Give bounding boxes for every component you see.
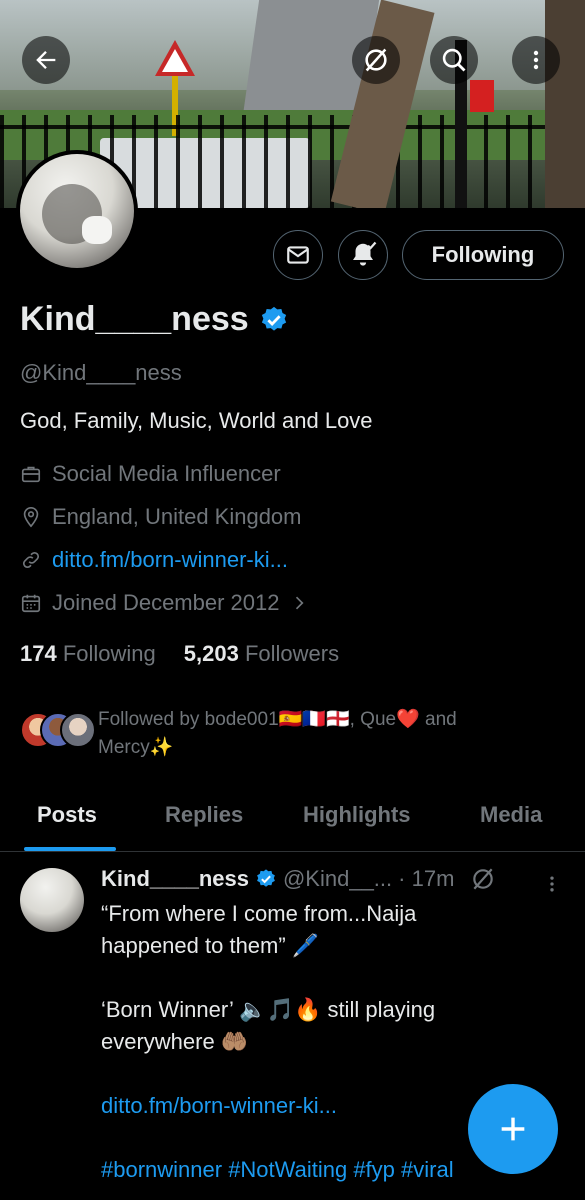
- compose-button[interactable]: [468, 1084, 558, 1174]
- arrow-left-icon: [36, 51, 56, 69]
- grok-icon: [365, 48, 387, 72]
- chevron-right-icon: [296, 596, 304, 610]
- display-name-row: Kind____ness: [20, 300, 289, 339]
- followers-count: 5,203: [183, 641, 239, 666]
- grok-icon[interactable]: [470, 866, 496, 892]
- followers-stat[interactable]: 5,203 Followers: [184, 641, 339, 667]
- post-header: Kind____ness @Kind__... · 17m: [101, 866, 496, 892]
- joined-row[interactable]: Joined December 2012: [20, 590, 309, 616]
- active-tab-indicator: [24, 847, 116, 851]
- profile-category: Social Media Influencer: [52, 461, 281, 486]
- profile-bio: God, Family, Music, World and Love: [20, 408, 373, 433]
- post-author-name[interactable]: Kind____ness: [101, 866, 249, 892]
- following-button[interactable]: Following: [402, 230, 564, 280]
- back-button[interactable]: [22, 36, 70, 84]
- display-name: Kind____ness: [20, 300, 249, 338]
- calendar-icon: [21, 594, 41, 613]
- followed-by-avatars: [20, 712, 96, 752]
- message-button[interactable]: [273, 230, 323, 280]
- followed-by-line2: Mercy✨: [98, 737, 174, 758]
- link-icon: [22, 551, 40, 569]
- plus-icon: [501, 1117, 525, 1141]
- verified-badge-icon: [257, 869, 275, 887]
- post-author-handle: @Kind__...: [282, 866, 393, 891]
- post-more-icon[interactable]: [542, 872, 562, 896]
- location-pin-icon: [23, 507, 39, 528]
- profile-joined: Joined December 2012: [52, 590, 280, 615]
- notifications-button[interactable]: [338, 230, 388, 280]
- profile-handle: @Kind____ness: [20, 360, 182, 385]
- profile-website-link[interactable]: ditto.fm/born-winner-ki...: [52, 547, 288, 573]
- location-row: England, United Kingdom: [20, 504, 302, 530]
- post-timestamp: · 17m: [398, 866, 455, 891]
- grok-button[interactable]: [352, 36, 400, 84]
- profile-tabs: Posts Replies Highlights Media: [0, 790, 585, 852]
- bell-check-icon: [353, 241, 377, 266]
- followed-by-line1: Followed by bode001🇪🇸🇫🇷🏴󠁧󠁢󠁥󠁮󠁧󠁿, Que❤️ an…: [98, 709, 457, 730]
- post-line: “From where I come from...Naija: [101, 901, 417, 926]
- post-line: ‘Born Winner’ 🔈🎵🔥 still playing: [101, 997, 436, 1022]
- search-button[interactable]: [430, 36, 478, 84]
- tab-highlights[interactable]: Highlights: [303, 802, 411, 828]
- following-count: 174: [20, 641, 57, 666]
- category-row: Social Media Influencer: [20, 461, 281, 487]
- post-line: happened to them” 🖊️: [101, 933, 320, 958]
- tab-replies[interactable]: Replies: [165, 802, 243, 828]
- website-row: ditto.fm/born-winner-ki...: [20, 547, 288, 573]
- follow-stats: 174 Following 5,203 Followers: [20, 641, 339, 667]
- search-icon: [442, 48, 466, 72]
- tab-media[interactable]: Media: [480, 802, 542, 828]
- more-button[interactable]: [512, 36, 560, 84]
- following-stat-label: Following: [62, 641, 156, 666]
- more-vertical-icon: [533, 50, 539, 70]
- post-avatar[interactable]: [20, 868, 84, 932]
- follower-avatar: [60, 712, 96, 748]
- post-line: everywhere 🤲🏽: [101, 1029, 249, 1054]
- following-stat[interactable]: 174 Following: [20, 641, 156, 667]
- followed-by-row[interactable]: Followed by bode001🇪🇸🇫🇷🏴󠁧󠁢󠁥󠁮󠁧󠁿, Que❤️ an…: [20, 706, 560, 762]
- profile-avatar[interactable]: [16, 150, 138, 272]
- verified-badge-icon[interactable]: [259, 305, 289, 335]
- tab-posts[interactable]: Posts: [37, 802, 97, 828]
- followers-stat-label: Followers: [244, 641, 340, 666]
- briefcase-icon: [21, 466, 41, 483]
- envelope-icon: [287, 246, 309, 264]
- followed-by-text: Followed by bode001🇪🇸🇫🇷🏴󠁧󠁢󠁥󠁮󠁧󠁿, Que❤️ an…: [98, 706, 457, 762]
- profile-location: England, United Kingdom: [52, 504, 302, 529]
